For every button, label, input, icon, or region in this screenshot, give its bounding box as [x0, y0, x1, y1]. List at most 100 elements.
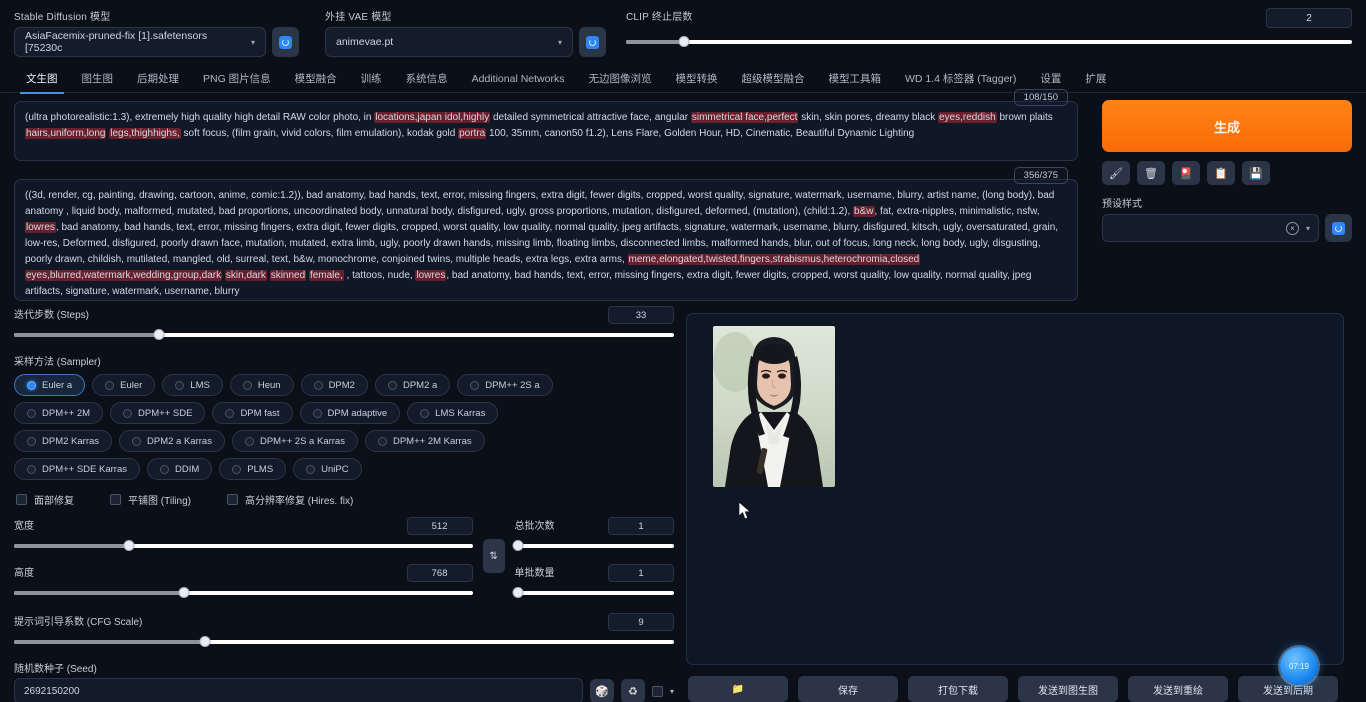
generate-button[interactable]: 生成 — [1102, 100, 1352, 152]
steps-slider[interactable] — [14, 327, 674, 343]
sampler-option-12[interactable]: DPM2 Karras — [14, 430, 113, 452]
tab-10[interactable]: 超级模型融合 — [729, 65, 816, 93]
slider-knob[interactable] — [512, 540, 524, 551]
generated-image[interactable] — [713, 326, 835, 487]
sampler-option-10[interactable]: DPM adaptive — [299, 402, 401, 424]
width-value[interactable]: 512 — [406, 517, 473, 535]
slider-knob[interactable] — [199, 636, 211, 647]
sampler-option-5[interactable]: DPM2 a — [374, 374, 451, 396]
sampler-option-1[interactable]: Euler — [92, 374, 156, 396]
tab-8[interactable]: 无边图像浏览 — [576, 65, 663, 93]
sampler-option-8[interactable]: DPM++ SDE — [110, 402, 206, 424]
sampler-option-16[interactable]: DPM++ SDE Karras — [14, 458, 140, 480]
styles-select[interactable]: × ▾ — [1102, 214, 1319, 242]
result-action-4[interactable]: 发送到重绘 — [1128, 676, 1228, 702]
extra-networks-icon: 🎴 — [1179, 167, 1193, 180]
tab-6[interactable]: 系统信息 — [394, 65, 460, 93]
random-seed-button[interactable]: 🎲 — [589, 679, 614, 702]
sampler-option-17[interactable]: DDIM — [147, 458, 213, 480]
sampler-option-9[interactable]: DPM fast — [212, 402, 293, 424]
slider-knob[interactable] — [153, 329, 165, 340]
batch-size-slider[interactable] — [512, 585, 674, 601]
result-action-1[interactable]: 保存 — [798, 676, 898, 702]
tab-3[interactable]: PNG 图片信息 — [191, 65, 283, 93]
height-value[interactable]: 768 — [406, 564, 473, 582]
sampler-option-14[interactable]: DPM++ 2S a Karras — [231, 430, 358, 452]
checkbox-icon[interactable] — [110, 494, 121, 505]
sampler-option-18[interactable]: PLMS — [219, 458, 287, 480]
styles-refresh-button[interactable] — [1325, 214, 1352, 242]
tab-7[interactable]: Additional Networks — [460, 65, 577, 93]
checkbox-icon[interactable] — [16, 494, 27, 505]
status-badge[interactable]: 07:19 — [1280, 647, 1318, 685]
toggle-1[interactable]: 平铺图 (Tiling) — [110, 492, 191, 507]
seed-input[interactable]: 2692150200 — [14, 678, 583, 702]
cfg-slider[interactable] — [14, 634, 674, 650]
sampler-option-0[interactable]: Euler a — [14, 374, 86, 396]
slider-fill — [14, 333, 160, 337]
result-action-label: 发送到图生图 — [1038, 685, 1098, 697]
negative-prompt-input[interactable]: ((3d, render, cg, painting, drawing, car… — [14, 179, 1078, 301]
sampler-option-3[interactable]: Heun — [229, 374, 294, 396]
clip-skip-slider[interactable] — [626, 34, 1352, 50]
width-slider[interactable] — [14, 538, 473, 554]
slider-knob[interactable] — [678, 36, 690, 47]
prompt-segment: simmetrical face,perfect — [690, 112, 799, 123]
batch-size-label: 单批数量 — [514, 568, 555, 579]
tab-5[interactable]: 训练 — [349, 65, 394, 93]
sampler-option-11[interactable]: LMS Karras — [407, 402, 499, 424]
sampler-option-19[interactable]: UniPC — [293, 458, 362, 480]
radio-icon — [175, 380, 185, 390]
clip-skip-value[interactable]: 2 — [1266, 8, 1352, 28]
steps-value[interactable]: 33 — [608, 306, 674, 324]
extra-networks-button[interactable]: 🎴 — [1172, 161, 1200, 185]
slider-knob[interactable] — [123, 540, 135, 551]
radio-icon — [27, 408, 36, 418]
sampler-option-6[interactable]: DPM++ 2S a — [457, 374, 553, 396]
apply-style-button[interactable]: 📋 — [1207, 161, 1235, 185]
sd-model-refresh-button[interactable] — [272, 27, 299, 57]
sampler-option-15[interactable]: DPM++ 2M Karras — [364, 430, 485, 452]
chevron-down-icon[interactable]: ▾ — [670, 687, 674, 696]
slider-knob[interactable] — [512, 587, 524, 598]
batch-size-value[interactable]: 1 — [608, 564, 674, 582]
result-action-3[interactable]: 发送到图生图 — [1018, 676, 1118, 702]
toggle-2[interactable]: 高分辨率修复 (Hires. fix) — [226, 492, 353, 507]
slider-knob[interactable] — [178, 587, 190, 598]
paintbrush-button[interactable]: 🖌 — [1102, 161, 1130, 185]
height-slider[interactable] — [14, 585, 473, 601]
result-action-2[interactable]: 打包下载 — [908, 676, 1008, 702]
tab-9[interactable]: 模型转换 — [663, 65, 729, 93]
sampler-option-4[interactable]: DPM2 — [300, 374, 368, 396]
close-icon[interactable]: × — [1285, 221, 1299, 235]
tab-2[interactable]: 后期处理 — [125, 65, 191, 93]
tab-1[interactable]: 图生图 — [70, 65, 126, 93]
save-style-button[interactable]: 💾 — [1242, 161, 1270, 185]
reuse-seed-button[interactable]: ♻ — [620, 679, 645, 702]
tab-4[interactable]: 模型融合 — [283, 65, 349, 93]
tab-12[interactable]: WD 1.4 标签器 (Tagger) — [893, 65, 1028, 93]
sampler-option-7[interactable]: DPM++ 2M — [14, 402, 104, 424]
swap-dimensions-button[interactable]: ⇅ — [482, 539, 505, 573]
tab-label: 模型转换 — [675, 73, 718, 85]
positive-prompt-input[interactable]: (ultra photorealistic:1.3), extremely hi… — [14, 101, 1078, 161]
tab-11[interactable]: 模型工具箱 — [816, 65, 893, 93]
extra-seed-checkbox[interactable] — [651, 685, 663, 697]
sampler-option-13[interactable]: DPM2 a Karras — [119, 430, 225, 452]
vae-model-refresh-button[interactable] — [579, 27, 606, 57]
prompt-segment: lowres — [415, 270, 447, 281]
trash-button[interactable]: 🗑 — [1137, 161, 1165, 185]
cfg-value[interactable]: 9 — [608, 613, 674, 631]
tab-0[interactable]: 文生图 — [14, 65, 70, 94]
sd-model-select[interactable]: AsiaFacemix-pruned-fix [1].safetensors [… — [14, 27, 266, 57]
toggle-0[interactable]: 面部修复 — [16, 492, 74, 507]
radio-icon — [420, 408, 430, 418]
slider-fill — [626, 40, 685, 44]
vae-model-select[interactable]: animevae.pt ▾ — [325, 27, 573, 57]
checkbox-icon[interactable] — [226, 494, 238, 505]
result-action-0[interactable]: 📁 — [688, 676, 788, 702]
batch-count-value[interactable]: 1 — [608, 517, 674, 535]
tab-14[interactable]: 扩展 — [1073, 65, 1118, 93]
batch-count-slider[interactable] — [512, 538, 674, 554]
sampler-option-2[interactable]: LMS — [162, 374, 223, 396]
